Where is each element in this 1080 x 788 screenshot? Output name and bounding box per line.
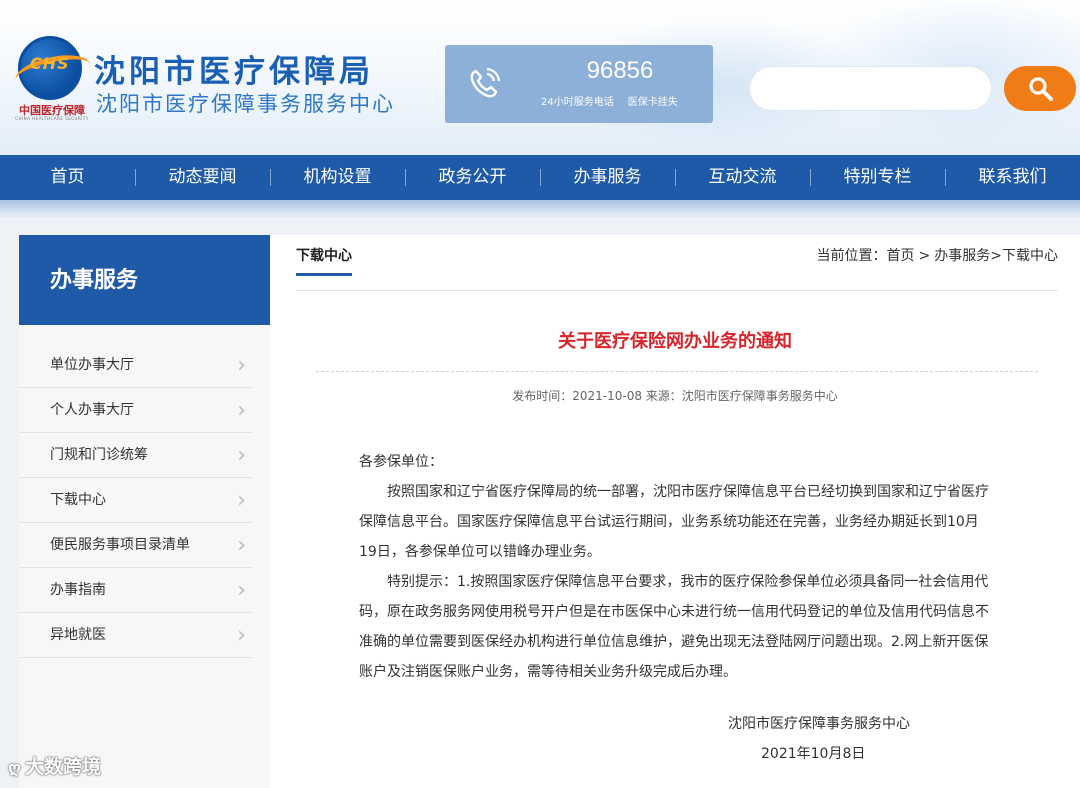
hotline-box: 96856 24小时服务电话 医保卡挂失 (445, 45, 713, 123)
hotline-desc-card-loss: 医保卡挂失 (627, 97, 678, 108)
sidebar-item-personal-hall[interactable]: 个人办事大厅 › (19, 388, 252, 433)
sidebar: 办事服务 单位办事大厅 › 个人办事大厅 › 门规和门诊统筹 › 下载中心 › … (19, 235, 270, 788)
sidebar-item-unit-hall[interactable]: 单位办事大厅 › (19, 343, 252, 388)
logo-mark-text: CHS (30, 54, 70, 73)
watermark: ღ 大数跨境 (8, 752, 101, 779)
hotline-number: 96856 (586, 57, 654, 84)
signature-date: 2021年10月8日 (761, 746, 866, 762)
article-title: 关于医疗保险网办业务的通知 (558, 331, 792, 352)
chevron-right-icon: › (237, 353, 246, 378)
nav-item-government-affairs[interactable]: 政务公开 (405, 155, 540, 200)
article-paragraph: 特别提示：1.按照国家医疗保障信息平台要求，我市的医疗保险参保单位必须具备同一社… (359, 574, 989, 680)
site-title: 沈阳市医疗保障局 (94, 54, 374, 90)
sidebar-item-label: 门规和门诊统筹 (50, 447, 148, 463)
sidebar-item-guide[interactable]: 办事指南 › (19, 568, 252, 613)
chevron-right-icon: › (237, 398, 246, 423)
main-nav: 首页 动态要闻 机构设置 政务公开 办事服务 互动交流 特别专栏 联系我们 (0, 155, 1080, 200)
sidebar-list: 单位办事大厅 › 个人办事大厅 › 门规和门诊统筹 › 下载中心 › 便民服务事… (19, 343, 270, 658)
breadcrumb-prefix: 当前位置： (816, 248, 887, 264)
hotline-desc-service: 24小时服务电话 (541, 97, 614, 108)
phone-icon (465, 65, 503, 103)
nav-item-news[interactable]: 动态要闻 (135, 155, 270, 200)
chevron-right-icon: › (237, 488, 246, 513)
search-button[interactable] (1004, 66, 1076, 111)
article-paragraph: 按照国家和辽宁省医疗保障局的统一部署，沈阳市医疗保障信息平台已经切换到国家和辽宁… (359, 484, 989, 560)
watermark-logo-icon: ღ (8, 758, 22, 777)
sidebar-item-label: 个人办事大厅 (50, 402, 134, 418)
hotline-description: 24小时服务电话 医保卡挂失 (541, 93, 678, 108)
article-body: 各参保单位： 按照国家和辽宁省医疗保障局的统一部署，沈阳市医疗保障信息平台已经切… (359, 447, 991, 687)
sidebar-item-label: 下载中心 (50, 492, 106, 508)
search-input[interactable] (749, 66, 992, 111)
nav-item-special-column[interactable]: 特别专栏 (810, 155, 945, 200)
sidebar-title: 办事服务 (19, 235, 270, 325)
sidebar-item-label: 异地就医 (50, 627, 106, 643)
signature-org: 沈阳市医疗保障事务服务中心 (728, 716, 910, 732)
title-divider (316, 371, 1038, 372)
sidebar-item-outpatient[interactable]: 门规和门诊统筹 › (19, 433, 252, 478)
nav-item-interaction[interactable]: 互动交流 (675, 155, 810, 200)
article-greeting: 各参保单位： (359, 454, 443, 470)
logo-emblem-icon: CHS (12, 36, 94, 100)
chevron-right-icon: › (237, 623, 246, 648)
nav-item-organization[interactable]: 机构设置 (270, 155, 405, 200)
nav-item-contact[interactable]: 联系我们 (945, 155, 1080, 200)
breadcrumb-services[interactable]: 办事服务 (934, 248, 990, 264)
breadcrumb-separator: > (918, 248, 931, 264)
sidebar-item-label: 办事指南 (50, 582, 106, 598)
tab-download-center[interactable]: 下载中心 (296, 245, 352, 276)
breadcrumb-current[interactable]: 下载中心 (1002, 248, 1058, 264)
sidebar-item-label: 便民服务事项目录清单 (50, 537, 190, 553)
breadcrumb: 当前位置：首页 > 办事服务>下载中心 (817, 245, 1058, 265)
main-content: 下载中心 当前位置：首页 > 办事服务>下载中心 关于医疗保险网办业务的通知 发布时… (270, 235, 1080, 788)
tab-divider (296, 290, 1058, 291)
search-icon (1029, 77, 1053, 101)
watermark-text: 大数跨境 (25, 756, 102, 778)
breadcrumb-separator: > (990, 248, 1002, 264)
chevron-right-icon: › (237, 533, 246, 558)
breadcrumb-home[interactable]: 首页 (887, 248, 915, 264)
sidebar-item-remote-medical[interactable]: 异地就医 › (19, 613, 252, 658)
site-logo[interactable]: CHS 中国医疗保障 CHINA HEALTHCARE SECURITY (12, 36, 94, 122)
site-subtitle: 沈阳市医疗保障事务服务中心 (96, 92, 395, 116)
nav-item-services[interactable]: 办事服务 (540, 155, 675, 200)
chevron-right-icon: › (237, 578, 246, 603)
article-meta: 发布时间：2021-10-08 来源：沈阳市医疗保障事务服务中心 (512, 389, 838, 403)
chevron-right-icon: › (237, 443, 246, 468)
sidebar-item-service-list[interactable]: 便民服务事项目录清单 › (19, 523, 252, 568)
site-header: CHS 中国医疗保障 CHINA HEALTHCARE SECURITY 沈阳市… (0, 0, 1080, 155)
sidebar-item-download-center[interactable]: 下载中心 › (19, 478, 252, 523)
sidebar-item-label: 单位办事大厅 (50, 357, 134, 373)
logo-en-text: CHINA HEALTHCARE SECURITY (15, 116, 89, 121)
nav-decoration-strip (0, 200, 1080, 217)
nav-item-home[interactable]: 首页 (0, 155, 135, 200)
